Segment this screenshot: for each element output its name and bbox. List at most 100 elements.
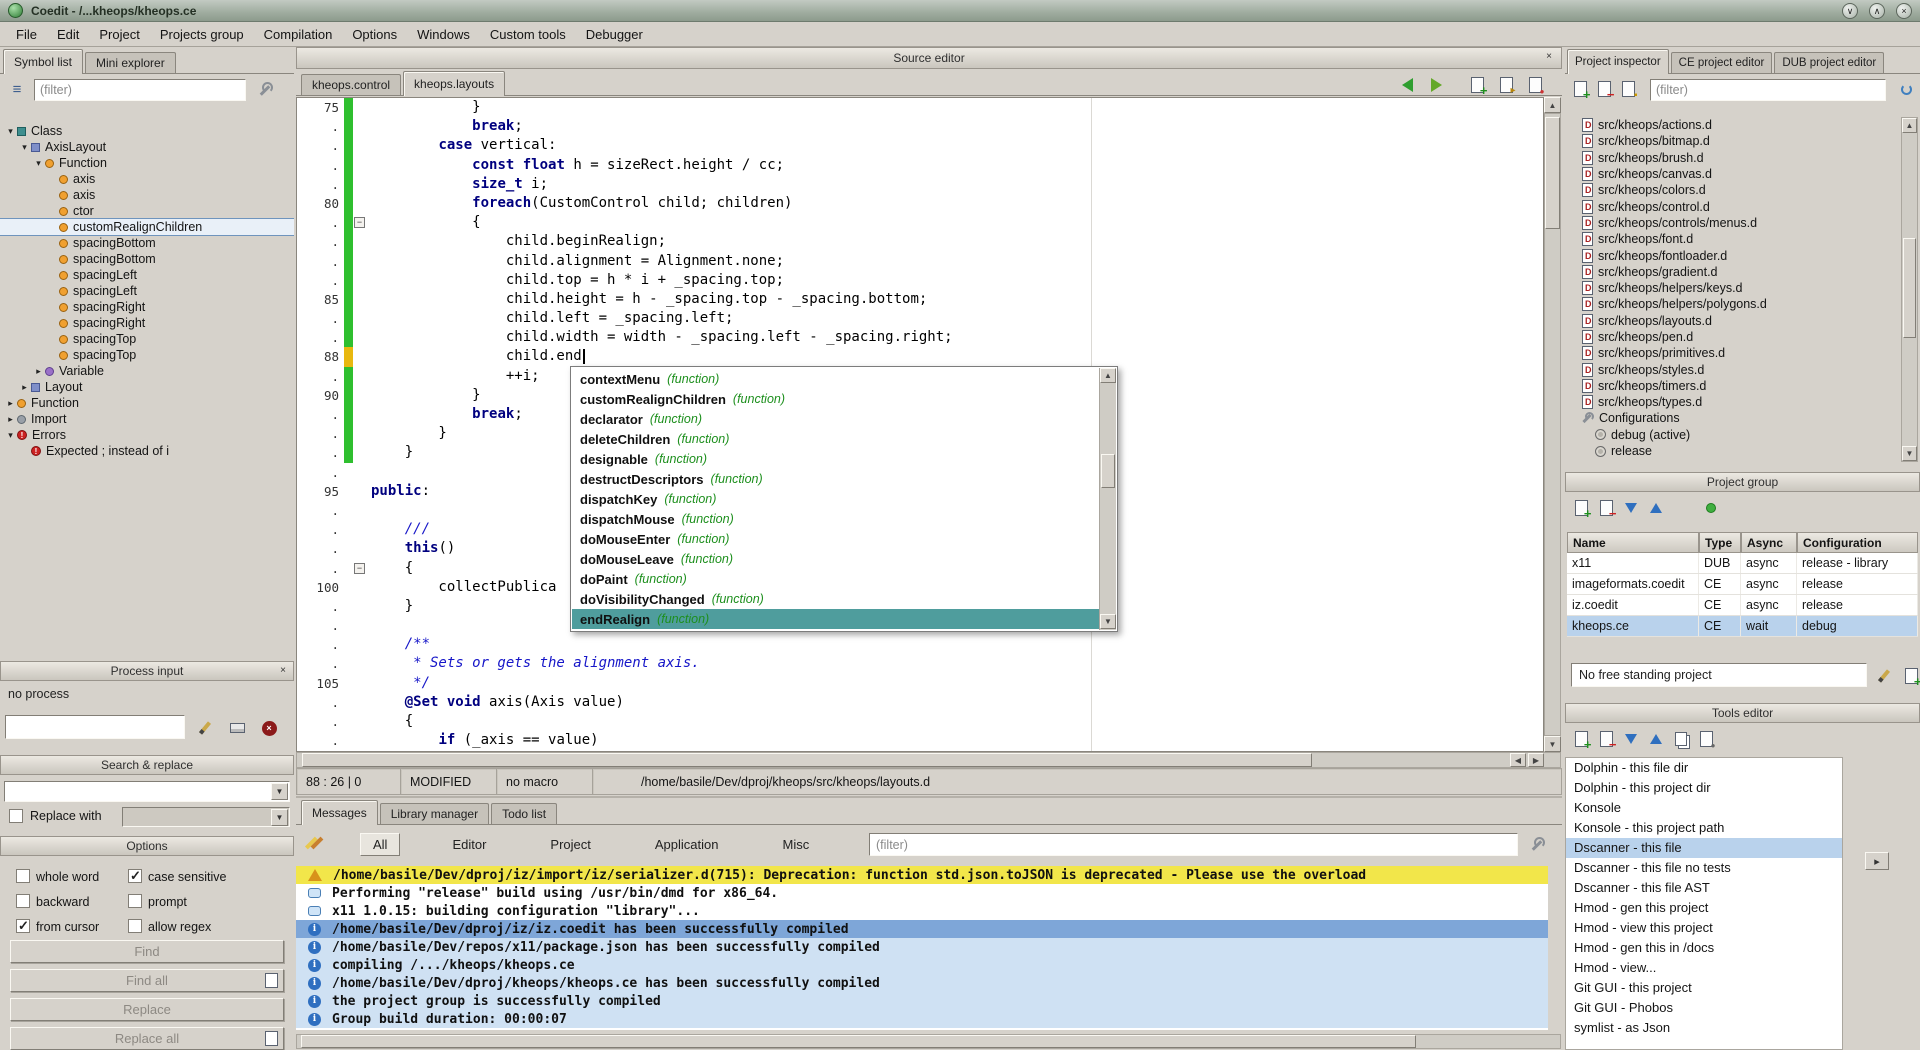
tab-library-manager[interactable]: Library manager <box>380 803 489 824</box>
collapse-arrow-icon[interactable]: ▾ <box>32 158 45 169</box>
symbol-item-customrealignchildren[interactable]: customRealignChildren <box>0 219 294 235</box>
scroll-thumb[interactable] <box>301 1035 1416 1048</box>
code-line[interactable]: 80 foreach(CustomControl child; children… <box>297 194 1543 213</box>
column-header-async[interactable]: Async <box>1741 532 1797 553</box>
file-item-src-kheops-pen-d[interactable]: src/kheops/pen.d <box>1565 329 1901 345</box>
tab-dub-project-editor[interactable]: DUB project editor <box>1774 52 1884 73</box>
file-item-src-kheops-actions-d[interactable]: src/kheops/actions.d <box>1565 117 1901 133</box>
go-forward-icon[interactable] <box>1425 74 1447 96</box>
add-tool-icon[interactable] <box>1570 728 1592 750</box>
expand-arrow-icon[interactable]: ▸ <box>4 398 17 409</box>
open-file-icon[interactable] <box>1495 74 1517 96</box>
message-row[interactable]: i/home/basile/Dev/repos/x11/package.json… <box>296 938 1548 956</box>
scroll-down-icon[interactable]: ▼ <box>1902 446 1917 461</box>
new-project-icon[interactable] <box>1900 665 1920 687</box>
remove-tool-icon[interactable] <box>1595 728 1617 750</box>
tab-todo-list[interactable]: Todo list <box>491 803 557 824</box>
close-icon[interactable]: × <box>276 664 290 678</box>
message-row[interactable]: iGroup build duration: 00:00:07 <box>296 1010 1548 1028</box>
table-row[interactable]: imageformats.coeditCEasyncrelease <box>1567 574 1918 595</box>
symbol-item-import[interactable]: ▸Import <box>0 411 294 427</box>
file-item-src-kheops-font-d[interactable]: src/kheops/font.d <box>1565 231 1901 247</box>
completion-item-designable[interactable]: designable(function) <box>572 449 1100 469</box>
edit-project-icon[interactable] <box>1873 665 1895 687</box>
keyboard-icon[interactable] <box>226 717 248 739</box>
checkbox-case-sensitive[interactable] <box>128 869 142 883</box>
symbol-item-expected-instead-of-i[interactable]: !Expected ; instead of i <box>0 443 294 459</box>
collapse-arrow-icon[interactable]: ▾ <box>18 142 31 153</box>
tool-item-dscanner-this-file[interactable]: Dscanner - this file <box>1566 838 1842 858</box>
move-up-icon[interactable] <box>1645 497 1667 519</box>
symbol-options-icon[interactable] <box>6 78 28 100</box>
move-down-icon[interactable] <box>1620 497 1642 519</box>
symbol-item-ctor[interactable]: ctor <box>0 203 294 219</box>
code-line[interactable]: . size_t i; <box>297 175 1543 194</box>
file-item-release[interactable]: release <box>1565 443 1901 459</box>
tool-item-dscanner-this-file-ast[interactable]: Dscanner - this file AST <box>1566 878 1842 898</box>
file-item-src-kheops-fontloader-d[interactable]: src/kheops/fontloader.d <box>1565 247 1901 263</box>
tool-item-symlist-as-json[interactable]: symlist - as Json <box>1566 1018 1842 1038</box>
code-line[interactable]: .− { <box>297 213 1543 232</box>
code-line[interactable]: . child.beginRealign; <box>297 232 1543 251</box>
editor-horizontal-scrollbar[interactable]: ◀ ▶ <box>296 752 1561 768</box>
completion-item-declarator[interactable]: declarator(function) <box>572 409 1100 429</box>
scroll-down-icon[interactable]: ▼ <box>1100 614 1116 629</box>
tool-item-konsole-this-project-path[interactable]: Konsole - this project path <box>1566 818 1842 838</box>
close-icon[interactable]: × <box>1542 50 1556 64</box>
add-source-icon[interactable] <box>1569 78 1591 100</box>
checkbox-backward[interactable] <box>16 894 30 908</box>
add-project-icon[interactable] <box>1570 497 1592 519</box>
replace-with-checkbox[interactable] <box>9 809 23 823</box>
tool-item-git-gui-this-project[interactable]: Git GUI - this project <box>1566 978 1842 998</box>
scroll-up-icon[interactable]: ▲ <box>1902 118 1917 133</box>
tool-item-hmod-gen-this-in-docs[interactable]: Hmod - gen this in /docs <box>1566 938 1842 958</box>
file-item-src-kheops-styles-d[interactable]: src/kheops/styles.d <box>1565 361 1901 377</box>
move-down-icon[interactable] <box>1620 728 1642 750</box>
file-item-src-kheops-brush-d[interactable]: src/kheops/brush.d <box>1565 150 1901 166</box>
symbol-filter-input[interactable] <box>34 79 246 101</box>
maximize-button[interactable]: ∧ <box>1869 3 1885 19</box>
remove-source-icon[interactable] <box>1593 78 1615 100</box>
tool-item-hmod-view-this-project[interactable]: Hmod - view this project <box>1566 918 1842 938</box>
code-line[interactable]: . child.left = _spacing.left; <box>297 309 1543 328</box>
scroll-thumb[interactable] <box>1545 117 1560 229</box>
move-up-icon[interactable] <box>1645 728 1667 750</box>
completion-item-destructdescriptors[interactable]: destructDescriptors(function) <box>572 469 1100 489</box>
file-item-debug-active[interactable]: debug (active) <box>1565 427 1901 443</box>
file-item-src-kheops-controls-menus-d[interactable]: src/kheops/controls/menus.d <box>1565 215 1901 231</box>
menu-file[interactable]: File <box>6 24 47 45</box>
tool-item-hmod-view[interactable]: Hmod - view... <box>1566 958 1842 978</box>
completion-item-deletechildren[interactable]: deleteChildren(function) <box>572 429 1100 449</box>
minimize-button[interactable]: ∨ <box>1842 3 1858 19</box>
code-line[interactable]: . child.alignment = Alignment.none; <box>297 252 1543 271</box>
file-item-configurations[interactable]: Configurations <box>1565 410 1901 426</box>
column-header-type[interactable]: Type <box>1699 532 1741 553</box>
file-item-src-kheops-helpers-keys-d[interactable]: src/kheops/helpers/keys.d <box>1565 280 1901 296</box>
completion-item-dispatchmouse[interactable]: dispatchMouse(function) <box>572 509 1100 529</box>
file-item-src-kheops-types-d[interactable]: src/kheops/types.d <box>1565 394 1901 410</box>
completion-item-customrealignchildren[interactable]: customRealignChildren(function) <box>572 389 1100 409</box>
completion-item-dopaint[interactable]: doPaint(function) <box>572 569 1100 589</box>
menu-options[interactable]: Options <box>342 24 407 45</box>
checkbox-allow-regex[interactable] <box>128 919 142 933</box>
menu-project[interactable]: Project <box>89 24 149 45</box>
code-line[interactable]: 88 child.end <box>297 347 1543 366</box>
file-item-src-kheops-canvas-d[interactable]: src/kheops/canvas.d <box>1565 166 1901 182</box>
menu-windows[interactable]: Windows <box>407 24 480 45</box>
collapse-arrow-icon[interactable]: ▾ <box>4 126 17 137</box>
code-line[interactable]: . child.width = width - _spacing.left - … <box>297 328 1543 347</box>
completion-scrollbar[interactable]: ▲ ▼ <box>1099 368 1116 630</box>
table-row[interactable]: kheops.ceCEwaitdebug <box>1567 616 1918 637</box>
menu-compilation[interactable]: Compilation <box>254 24 343 45</box>
file-item-src-kheops-primitives-d[interactable]: src/kheops/primitives.d <box>1565 345 1901 361</box>
code-line[interactable]: . if (_axis == value) <box>297 731 1543 750</box>
symbol-item-spacingright[interactable]: spacingRight <box>0 299 294 315</box>
message-row[interactable]: /home/basile/Dev/dproj/iz/import/iz/seri… <box>296 866 1548 884</box>
find-button[interactable]: Find <box>10 940 284 963</box>
code-line[interactable]: . /** <box>297 635 1543 654</box>
pen-icon[interactable] <box>194 717 216 739</box>
symbol-item-spacingright[interactable]: spacingRight <box>0 315 294 331</box>
tool-item-git-gui-phobos[interactable]: Git GUI - Phobos <box>1566 998 1842 1018</box>
file-item-src-kheops-bitmap-d[interactable]: src/kheops/bitmap.d <box>1565 133 1901 149</box>
wrench-icon[interactable] <box>1526 833 1548 855</box>
